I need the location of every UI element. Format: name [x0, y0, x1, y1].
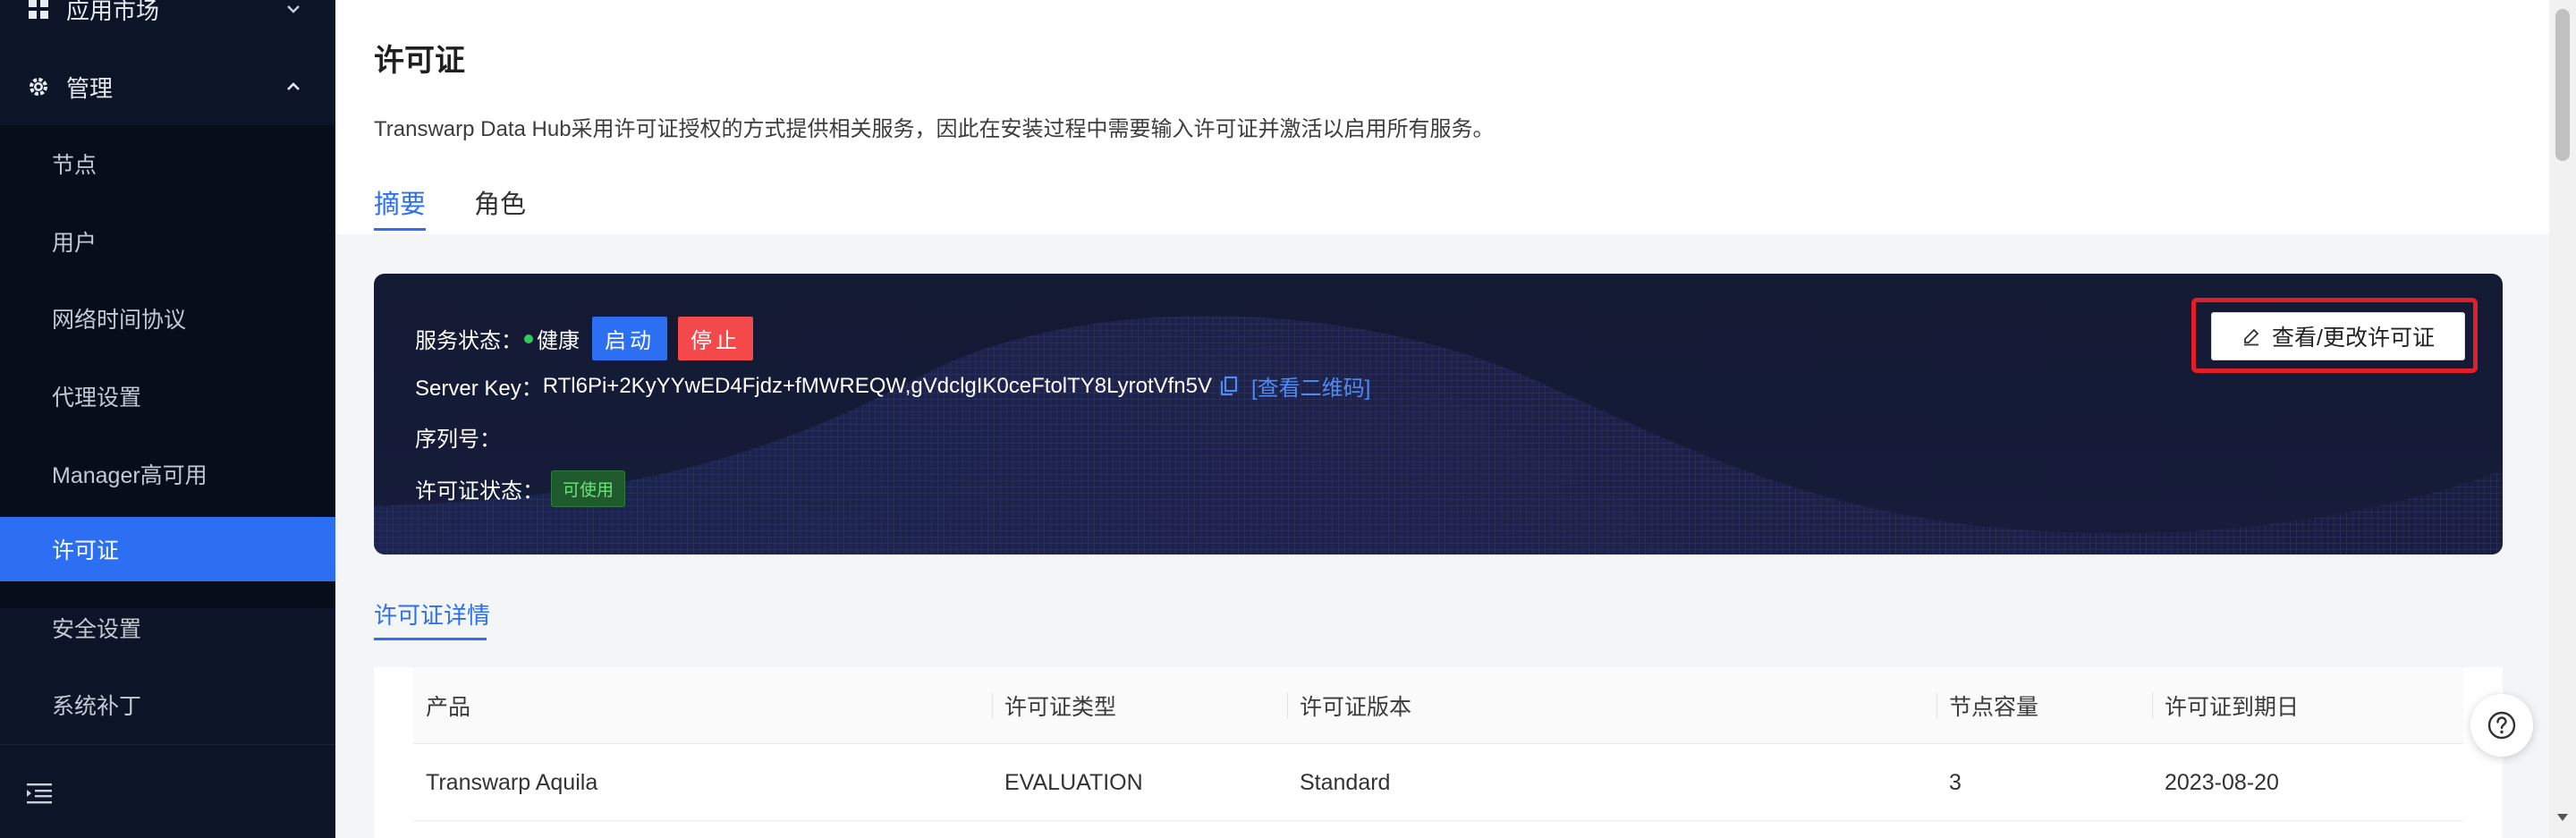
column-header-node-capacity: 节点容量 — [1949, 695, 2039, 720]
license-status-row: 许可证状态： 可使用 — [415, 470, 626, 507]
service-status-value: 健康 — [537, 329, 580, 353]
column-header-product: 产品 — [426, 695, 471, 720]
sidebar-item-users[interactable]: 用户 — [0, 209, 335, 274]
question-icon — [2487, 711, 2516, 740]
main-content: 许可证 Transwarp Data Hub采用许可证授权的方式提供相关服务，因… — [335, 0, 2549, 838]
active-tab-indicator — [374, 228, 426, 231]
scroll-down-arrow-icon[interactable] — [2557, 814, 2568, 821]
license-status-card: 服务状态： 健康 启动 停止 Server Key： RTl6Pi+2KyYYw… — [374, 274, 2503, 554]
sidebar-item-manager-ha[interactable]: Manager高可用 — [0, 442, 335, 506]
cell-product: Transwarp Aquila — [426, 769, 598, 795]
pen-icon — [2244, 328, 2259, 346]
service-status-label: 服务状态： — [415, 329, 522, 353]
sidebar-item-label: 系统补丁 — [52, 694, 142, 719]
sidebar-item-label: 安全设置 — [52, 617, 142, 642]
menu-collapse-icon[interactable] — [27, 783, 52, 804]
sidebar-item-security[interactable]: 安全设置 — [0, 596, 335, 660]
license-status-label: 许可证状态： — [415, 479, 544, 504]
sidebar-item-ntp[interactable]: 网络时间协议 — [0, 286, 335, 351]
server-key-value: RTl6Pi+2KyYYwED4Fjdz+fMWREQW,gVdclgIK0ce… — [542, 373, 1212, 398]
stop-button[interactable]: 停止 — [678, 317, 753, 360]
cell-license-version: Standard — [1300, 769, 1391, 795]
column-separator — [2152, 692, 2153, 719]
serial-label: 序列号： — [415, 427, 501, 452]
sidebar: 应用市场 管理 节点 用户 网络时间协议 代理设置 Manager高可用 许可证… — [0, 0, 335, 838]
cell-node-capacity: 3 — [1949, 769, 1962, 795]
column-header-license-version: 许可证版本 — [1300, 695, 1412, 720]
scrollbar-thumb[interactable] — [2555, 9, 2570, 161]
column-separator — [1287, 692, 1288, 719]
tab-roles[interactable]: 角色 — [474, 183, 526, 221]
sidebar-item-label: 网络时间协议 — [52, 308, 187, 333]
start-button[interactable]: 启动 — [592, 317, 667, 360]
license-table: 产品 许可证类型 许可证版本 节点容量 许可证到期日 Transwarp Aqu… — [374, 667, 2503, 838]
serial-row: 序列号： — [415, 421, 501, 453]
column-header-expiry-date: 许可证到期日 — [2165, 695, 2300, 720]
table-row: Transwarp Aquila EVALUATION Standard 3 2… — [413, 744, 2463, 821]
sidebar-item-label: 许可证 — [52, 538, 120, 563]
health-dot — [524, 334, 533, 343]
chevron-up-icon — [287, 82, 300, 90]
sidebar-item-license[interactable]: 许可证 — [0, 517, 335, 581]
view-qrcode-link[interactable]: [查看二维码] — [1251, 370, 1370, 402]
sidebar-footer — [0, 744, 335, 838]
sidebar-group-manage[interactable]: 管理 — [0, 48, 335, 125]
sidebar-item-patches[interactable]: 系统补丁 — [0, 673, 335, 737]
server-key-row: Server Key： RTl6Pi+2KyYYwED4Fjdz+fMWREQW… — [415, 370, 1370, 402]
license-status-badge: 可使用 — [551, 470, 626, 507]
copy-icon[interactable] — [1219, 376, 1239, 397]
tab-license-details[interactable]: 许可证详情 — [374, 597, 490, 631]
view-change-license-label: 查看/更改许可证 — [2272, 326, 2435, 351]
sidebar-item-label: Manager高可用 — [52, 463, 208, 488]
help-button[interactable] — [2470, 694, 2533, 757]
sidebar-item-label: 节点 — [52, 153, 97, 178]
page-title: 许可证 — [374, 44, 465, 78]
detail-tab-indicator — [374, 638, 487, 640]
sidebar-group-label: 管理 — [66, 74, 114, 102]
cell-license-type: EVALUATION — [1004, 769, 1143, 795]
sidebar-item-proxy[interactable]: 代理设置 — [0, 364, 335, 428]
column-separator — [992, 692, 993, 719]
column-header-license-type: 许可证类型 — [1004, 695, 1117, 720]
sidebar-item-label: 用户 — [52, 231, 97, 256]
vertical-scrollbar[interactable] — [2549, 0, 2576, 838]
service-status-row: 服务状态： 健康 启动 停止 — [415, 317, 753, 360]
gear-icon — [27, 75, 50, 98]
table-header: 产品 许可证类型 许可证版本 节点容量 许可证到期日 — [413, 667, 2463, 744]
tab-summary[interactable]: 摘要 — [374, 183, 426, 221]
grid-icon — [27, 0, 50, 21]
sidebar-group-app-market[interactable]: 应用市场 — [0, 0, 335, 47]
sidebar-item-label: 代理设置 — [52, 385, 142, 411]
chevron-down-icon — [287, 5, 300, 13]
page-description: Transwarp Data Hub采用许可证授权的方式提供相关服务，因此在安装… — [374, 117, 1495, 141]
server-key-label: Server Key： — [415, 377, 543, 401]
sidebar-group-label: 应用市场 — [66, 0, 160, 24]
cell-expiry-date: 2023-08-20 — [2165, 769, 2279, 795]
sidebar-item-nodes[interactable]: 节点 — [0, 131, 335, 196]
column-separator — [1936, 692, 1937, 719]
view-change-license-button[interactable]: 查看/更改许可证 — [2211, 312, 2465, 360]
